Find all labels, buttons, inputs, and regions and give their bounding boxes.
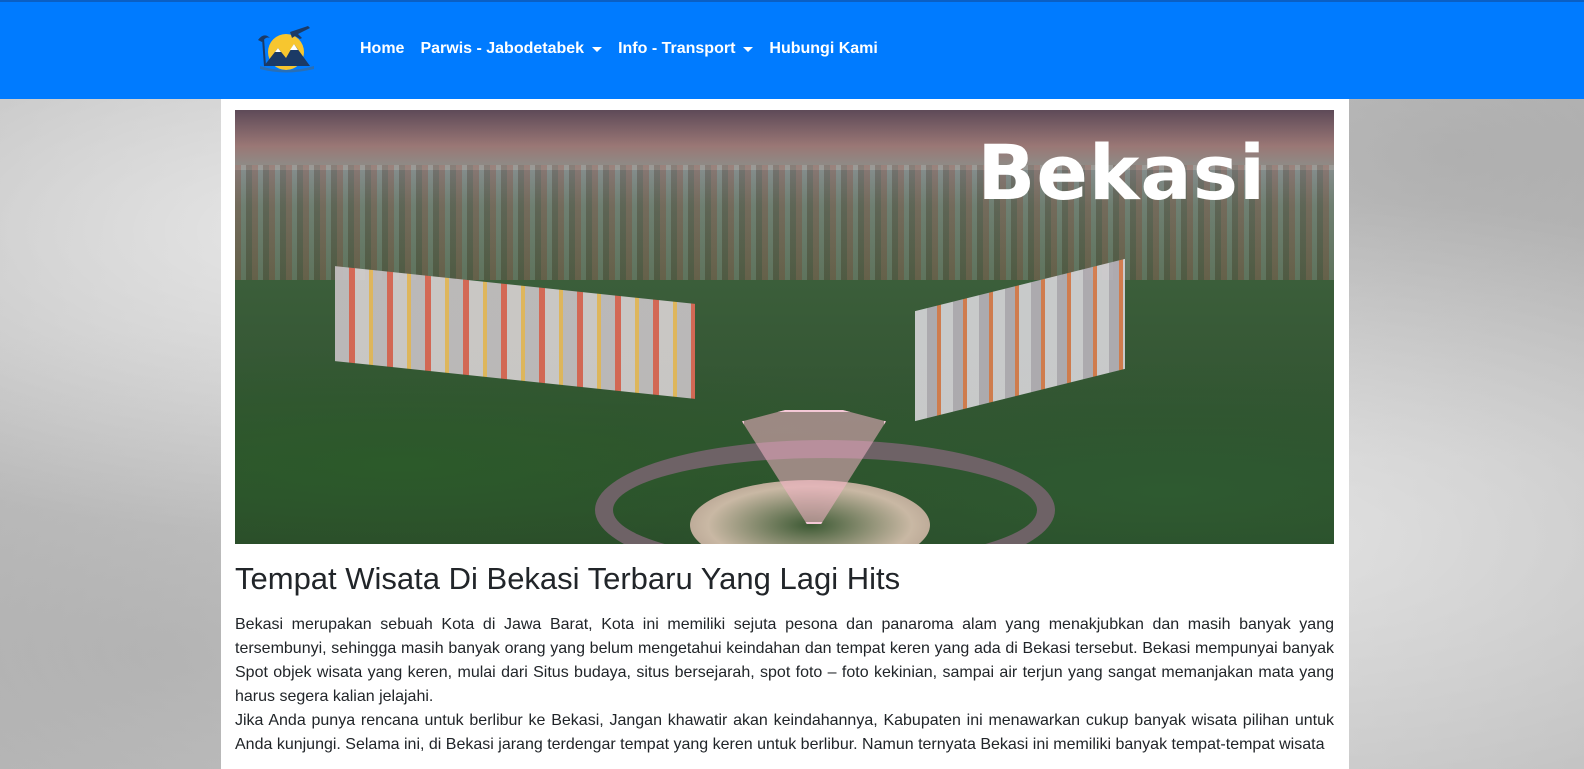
travel-logo-icon[interactable] (250, 22, 320, 74)
hero-title: Bekasi (977, 128, 1266, 217)
caret-down-icon (592, 46, 603, 52)
main-content: Bekasi Tempat Wisata Di Bekasi Terbaru Y… (221, 99, 1349, 769)
nav-contact-link[interactable]: Hubungi Kami (769, 40, 877, 58)
nav-parwis-label: Parwis - Jabodetabek (420, 40, 585, 57)
hero-image: Bekasi (235, 110, 1334, 544)
top-navbar: Home Parwis - Jabodetabek Info - Transpo… (0, 0, 1584, 99)
nav-parwis-dropdown[interactable]: Parwis - Jabodetabek (420, 40, 603, 58)
nav-home-link[interactable]: Home (360, 40, 404, 58)
nav-transport-label: Info - Transport (618, 40, 736, 57)
nav-transport-dropdown[interactable]: Info - Transport (618, 40, 754, 58)
nav-home-label: Home (360, 40, 405, 57)
page-title: Tempat Wisata Di Bekasi Terbaru Yang Lag… (235, 561, 901, 596)
caret-down-icon (743, 46, 754, 52)
nav-contact-label: Hubungi Kami (769, 40, 878, 57)
intro-paragraph: Bekasi merupakan sebuah Kota di Jawa Bar… (235, 616, 1334, 705)
logo-graphic (258, 26, 314, 73)
nav-menu: Home Parwis - Jabodetabek Info - Transpo… (360, 40, 894, 58)
second-paragraph: Jika Anda punya rencana untuk berlibur k… (235, 712, 1334, 753)
